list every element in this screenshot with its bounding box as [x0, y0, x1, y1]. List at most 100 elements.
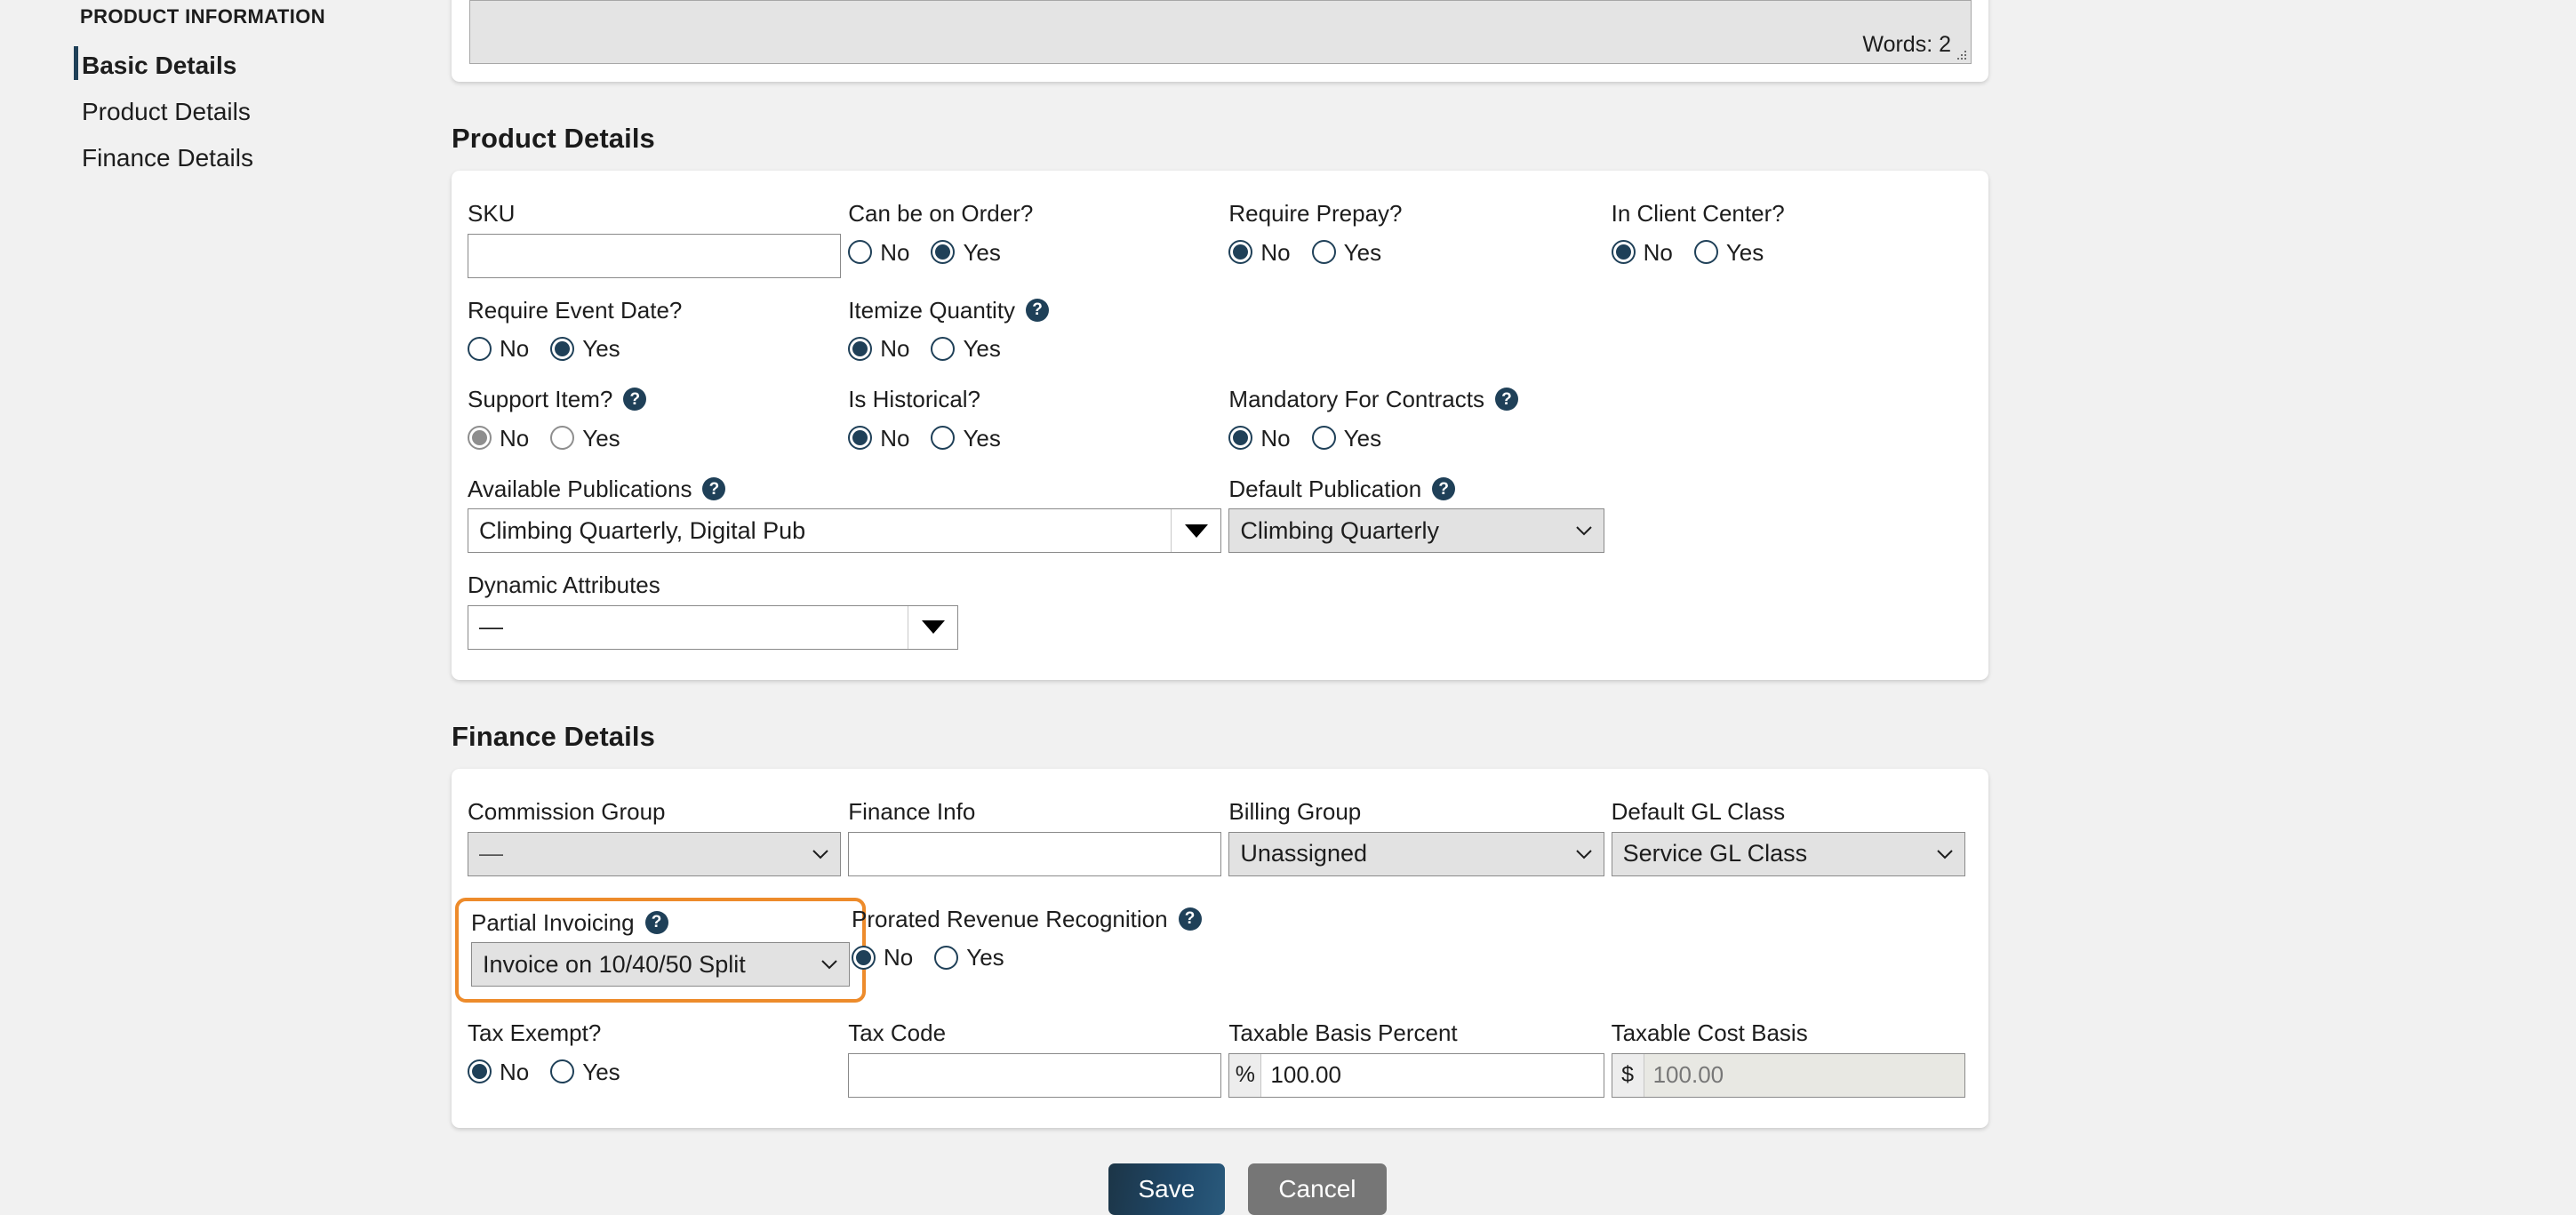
- can-be-on-order-label: Can be on Order?: [848, 201, 1221, 227]
- finance-info-input[interactable]: [848, 832, 1221, 876]
- prorated-revenue-recognition-option-yes[interactable]: Yes: [934, 946, 1004, 970]
- sku-input[interactable]: [468, 234, 841, 278]
- taxable-cost-basis-input: [1644, 1054, 1964, 1097]
- can-be-on-order-option-yes[interactable]: Yes: [931, 240, 1000, 264]
- available-publications-multiselect[interactable]: Climbing Quarterly, Digital Pub: [468, 508, 1221, 553]
- require-prepay-option-yes[interactable]: Yes: [1312, 240, 1381, 264]
- help-icon[interactable]: ?: [645, 911, 668, 934]
- radio-icon[interactable]: [848, 337, 872, 361]
- help-icon[interactable]: ?: [1432, 477, 1455, 500]
- dynamic-attributes-multiselect[interactable]: —: [468, 605, 958, 650]
- sidebar-item-product-details[interactable]: Product Details: [0, 89, 452, 135]
- sku-label: SKU: [468, 201, 841, 227]
- can-be-on-order-option-no[interactable]: No: [848, 240, 909, 264]
- partial-invoicing-label: Partial Invoicing ?: [471, 910, 850, 936]
- radio-icon[interactable]: [852, 946, 876, 970]
- tax-exempt-radio-group[interactable]: No Yes: [468, 1053, 841, 1091]
- mandatory-for-contracts-radio-group[interactable]: No Yes: [1228, 420, 1604, 457]
- require-event-date-option-no[interactable]: No: [468, 337, 529, 361]
- radio-icon[interactable]: [550, 1059, 574, 1083]
- tax-exempt-option-yes[interactable]: Yes: [550, 1059, 620, 1083]
- radio-icon[interactable]: [1228, 426, 1252, 450]
- radio-icon[interactable]: [931, 337, 955, 361]
- sidebar-heading: PRODUCT INFORMATION: [0, 5, 452, 28]
- radio-icon[interactable]: [848, 240, 872, 264]
- dropdown-toggle-button[interactable]: [908, 606, 957, 649]
- itemize-quantity-option-no[interactable]: No: [848, 337, 909, 361]
- prorated-revenue-recognition-field: Prorated Revenue Recognition ? No Yes: [852, 907, 1612, 977]
- radio-icon[interactable]: [931, 426, 955, 450]
- in-client-center-option-no[interactable]: No: [1612, 240, 1673, 264]
- dynamic-attributes-field: Dynamic Attributes —: [468, 572, 965, 650]
- default-gl-class-label: Default GL Class: [1612, 799, 1965, 825]
- cancel-button[interactable]: Cancel: [1248, 1163, 1386, 1215]
- tax-exempt-field: Tax Exempt? No Yes: [468, 1020, 848, 1091]
- radio-icon[interactable]: [934, 946, 958, 970]
- billing-group-field: Billing Group Unassigned: [1228, 799, 1611, 876]
- radio-icon[interactable]: [550, 337, 574, 361]
- chevron-down-icon: [820, 959, 838, 970]
- radio-icon[interactable]: [1228, 240, 1252, 264]
- help-icon[interactable]: ?: [1026, 299, 1049, 322]
- default-gl-class-select[interactable]: Service GL Class: [1612, 832, 1965, 876]
- billing-group-label: Billing Group: [1228, 799, 1604, 825]
- dynamic-attributes-value: —: [468, 613, 908, 641]
- tax-exempt-option-no[interactable]: No: [468, 1059, 529, 1083]
- description-card: Words: 2: [452, 0, 1988, 82]
- tax-code-input[interactable]: [848, 1053, 1221, 1098]
- prorated-revenue-recognition-option-no[interactable]: No: [852, 946, 913, 970]
- require-event-date-option-yes[interactable]: Yes: [550, 337, 620, 361]
- partial-invoicing-select[interactable]: Invoice on 10/40/50 Split: [471, 942, 850, 987]
- radio-icon[interactable]: [1612, 240, 1636, 264]
- commission-group-select[interactable]: —: [468, 832, 841, 876]
- itemize-quantity-option-yes[interactable]: Yes: [931, 337, 1000, 361]
- can-be-on-order-radio-group[interactable]: No Yes: [848, 234, 1221, 271]
- mandatory-for-contracts-option-no[interactable]: No: [1228, 426, 1290, 450]
- help-icon[interactable]: ?: [702, 477, 725, 500]
- require-event-date-label: Require Event Date?: [468, 298, 841, 324]
- radio-icon: [468, 426, 492, 450]
- billing-group-select[interactable]: Unassigned: [1228, 832, 1604, 876]
- is-historical-option-yes[interactable]: Yes: [931, 426, 1000, 450]
- radio-icon[interactable]: [468, 1059, 492, 1083]
- radio-icon[interactable]: [1312, 240, 1336, 264]
- radio-icon: [550, 426, 574, 450]
- in-client-center-option-yes[interactable]: Yes: [1694, 240, 1764, 264]
- is-historical-radio-group[interactable]: No Yes: [848, 420, 1221, 457]
- require-prepay-option-no[interactable]: No: [1228, 240, 1290, 264]
- default-publication-select[interactable]: Climbing Quarterly: [1228, 508, 1604, 553]
- prorated-revenue-recognition-radio-group[interactable]: No Yes: [852, 939, 1604, 976]
- finance-details-row-2: Partial Invoicing ? Invoice on 10/40/50 …: [468, 907, 1972, 991]
- billing-group-value: Unassigned: [1240, 840, 1367, 867]
- require-event-date-radio-group[interactable]: No Yes: [468, 330, 841, 367]
- require-prepay-radio-group[interactable]: No Yes: [1228, 234, 1604, 271]
- description-textarea[interactable]: Words: 2: [469, 0, 1972, 64]
- sidebar: PRODUCT INFORMATION Basic Details Produc…: [0, 0, 452, 1209]
- chevron-down-icon: [1185, 524, 1208, 538]
- dropdown-toggle-button[interactable]: [1171, 509, 1220, 552]
- radio-icon[interactable]: [468, 337, 492, 361]
- prorated-revenue-recognition-label: Prorated Revenue Recognition ?: [852, 907, 1604, 932]
- sidebar-item-label: Product Details: [82, 98, 251, 125]
- itemize-quantity-radio-group[interactable]: No Yes: [848, 330, 1221, 367]
- help-icon[interactable]: ?: [623, 388, 646, 411]
- taxable-cost-basis-label: Taxable Cost Basis: [1612, 1020, 1965, 1046]
- radio-icon[interactable]: [931, 240, 955, 264]
- sidebar-item-basic-details[interactable]: Basic Details: [0, 43, 452, 89]
- sidebar-item-finance-details[interactable]: Finance Details: [0, 135, 452, 181]
- radio-icon[interactable]: [1312, 426, 1336, 450]
- taxable-basis-percent-input[interactable]: [1261, 1054, 1603, 1097]
- help-icon[interactable]: ?: [1179, 907, 1202, 931]
- mandatory-for-contracts-option-yes[interactable]: Yes: [1312, 426, 1381, 450]
- tax-code-field: Tax Code: [848, 1020, 1228, 1098]
- partial-invoicing-highlight: Partial Invoicing ? Invoice on 10/40/50 …: [455, 898, 866, 1003]
- support-item-option-no: No: [468, 426, 529, 450]
- radio-icon[interactable]: [1694, 240, 1718, 264]
- product-details-row-3: Support Item? ? No Yes: [468, 387, 1972, 457]
- is-historical-option-no[interactable]: No: [848, 426, 909, 450]
- resize-grip-icon[interactable]: [1954, 47, 1968, 61]
- help-icon[interactable]: ?: [1495, 388, 1518, 411]
- in-client-center-radio-group[interactable]: No Yes: [1612, 234, 1965, 271]
- radio-icon[interactable]: [848, 426, 872, 450]
- save-button[interactable]: Save: [1108, 1163, 1226, 1215]
